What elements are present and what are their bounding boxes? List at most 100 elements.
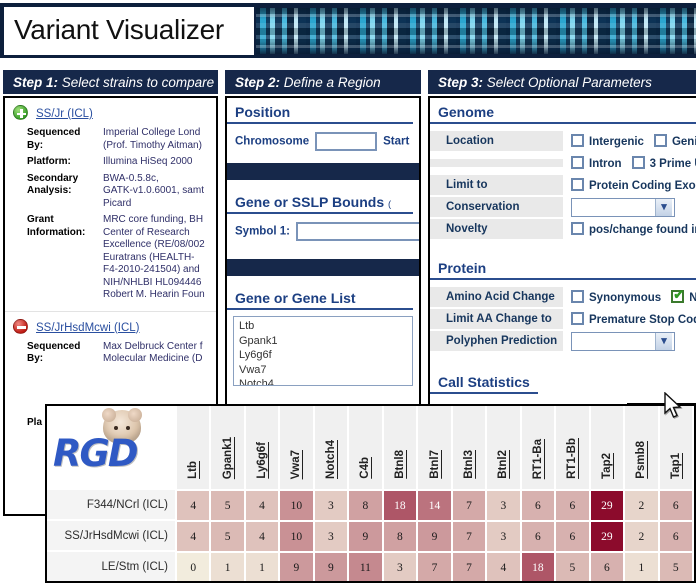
variant-count-cell[interactable]: 2 (623, 489, 660, 522)
variant-count-cell[interactable]: 8 (347, 489, 384, 522)
step-3-panel: Genome Location Intergenic Geni Intron 3 P… (428, 96, 696, 426)
symbol1-input[interactable] (295, 222, 419, 241)
strain-header[interactable]: SS/Jr (ICL) (5, 104, 216, 126)
minus-icon[interactable] (13, 318, 28, 334)
variant-count-cell[interactable]: 5 (209, 520, 246, 553)
gene-column-header[interactable]: RT1-Bb (554, 406, 591, 490)
chromosome-input[interactable] (315, 132, 378, 151)
gene-column-header[interactable]: Btnl8 (381, 406, 419, 490)
variant-count-cell[interactable]: 3 (312, 520, 350, 553)
genome-location-label-blank (430, 158, 563, 167)
strain-header[interactable]: SS/JrHsdMcwi (ICL) (5, 318, 216, 340)
table-row: Sequenced By: Max Delbruck Center f Mole… (27, 340, 216, 369)
variant-count-cell[interactable]: 2 (623, 520, 660, 553)
variant-count-cell[interactable]: 9 (347, 520, 384, 553)
strain-link[interactable]: SS/JrHsdMcwi (ICL) (36, 322, 140, 334)
variant-count-cell[interactable]: 5 (657, 551, 694, 581)
variant-count-cell[interactable]: 29 (588, 520, 626, 553)
genome-novelty-controls: pos/change found in (563, 222, 696, 236)
checkbox-novelty[interactable] (571, 222, 584, 235)
variant-count-cell[interactable]: 7 (416, 551, 453, 581)
conservation-select[interactable] (571, 197, 675, 217)
step-3-label: Select Optional Parameters (486, 75, 652, 90)
variant-count-cell[interactable]: 29 (588, 489, 626, 522)
meta-value: MRC core funding, BH Center of Research … (103, 214, 205, 300)
checkbox-premature-stop-codon[interactable] (571, 312, 584, 325)
variant-count-cell[interactable]: 6 (588, 551, 626, 581)
variant-count-cell[interactable]: 9 (312, 551, 350, 581)
gel-electrophoresis-banner-icon (256, 8, 696, 54)
variant-count-cell[interactable]: 7 (450, 489, 488, 522)
gene-column-header[interactable]: RT1-Ba (519, 406, 557, 490)
list-item[interactable]: Ltb (239, 319, 412, 334)
variant-count-cell[interactable]: 4 (174, 520, 212, 553)
variant-count-cell[interactable]: 6 (657, 520, 694, 553)
gene-column-label: Gpank1 (221, 436, 234, 479)
checkbox-intergenic[interactable] (571, 134, 584, 147)
variant-count-cell[interactable]: 1 (623, 551, 660, 581)
meta-value: Max Delbruck Center f Molecular Medicine… (103, 340, 203, 365)
gene-column-header[interactable]: Psmb8 (623, 406, 660, 490)
checkbox-3-prime-utr[interactable] (631, 156, 645, 169)
variant-count-cell[interactable]: 3 (485, 489, 522, 522)
variant-count-cell[interactable]: 4 (174, 489, 212, 522)
variant-count-cell[interactable]: 9 (416, 520, 453, 553)
polyphen-select[interactable] (571, 331, 675, 351)
genome-location-row: Location Intergenic Geni (430, 130, 696, 152)
label-intergenic: Intergenic (589, 136, 644, 148)
variant-count-cell[interactable]: 7 (450, 551, 488, 581)
gene-column-header[interactable]: Notch4 (312, 406, 350, 490)
variant-count-cell[interactable]: 1 (243, 551, 281, 581)
rgd-logo[interactable]: RGD (51, 408, 169, 475)
gene-column-header[interactable]: Tap2 (588, 406, 626, 490)
protein-aa-change-label: Amino Acid Change (430, 286, 563, 307)
gene-column-header[interactable]: Gpank1 (209, 406, 246, 490)
variant-count-cell[interactable]: 5 (554, 551, 591, 581)
variant-count-cell[interactable]: 3 (485, 520, 522, 553)
list-item[interactable]: Notch4 (239, 377, 412, 385)
variant-count-cell[interactable]: 18 (381, 489, 419, 522)
variant-count-cell[interactable]: 6 (657, 489, 694, 522)
checkbox-synonymous[interactable] (571, 290, 584, 303)
variant-count-cell[interactable]: 6 (554, 520, 591, 553)
variant-count-cell[interactable]: 4 (243, 489, 281, 522)
variant-count-cell[interactable]: 4 (243, 520, 281, 553)
variant-count-cell[interactable]: 14 (416, 489, 453, 522)
variant-count-cell[interactable]: 9 (278, 551, 315, 581)
gene-list-box[interactable]: Ltb Gpank1 Ly6g6f Vwa7 Notch4 (233, 316, 413, 386)
gene-column-header[interactable]: C4b (347, 406, 384, 490)
variant-count-cell[interactable]: 7 (450, 520, 488, 553)
variant-count-cell[interactable]: 3 (312, 489, 350, 522)
variant-count-cell[interactable]: 6 (554, 489, 591, 522)
gene-column-header[interactable]: Btnl3 (450, 406, 488, 490)
variant-count-cell[interactable]: 3 (381, 551, 419, 581)
variant-count-cell[interactable]: 0 (174, 551, 212, 581)
genome-conservation-label: Conservation (430, 196, 563, 217)
variant-count-cell[interactable]: 10 (278, 520, 315, 553)
variant-count-cell[interactable]: 1 (209, 551, 246, 581)
variant-count-cell[interactable]: 6 (519, 520, 557, 553)
gene-column-header[interactable]: Btnl2 (485, 406, 522, 490)
list-item[interactable]: Vwa7 (239, 363, 412, 378)
variant-count-cell[interactable]: 10 (278, 489, 315, 522)
checkbox-genic[interactable] (653, 134, 667, 147)
gene-column-header[interactable]: Ly6g6f (243, 406, 281, 490)
variant-count-cell[interactable]: 6 (519, 489, 557, 522)
plus-icon[interactable] (13, 105, 28, 120)
gene-column-header[interactable]: Vwa7 (278, 406, 315, 490)
section-divider-bar (227, 163, 419, 180)
list-item[interactable]: Gpank1 (239, 334, 412, 349)
checkbox-nonsynonymous[interactable] (671, 288, 685, 303)
strain-link[interactable]: SS/Jr (ICL) (36, 108, 93, 120)
checkbox-protein-coding-exon[interactable] (571, 178, 584, 191)
variant-count-cell[interactable]: 4 (485, 551, 522, 581)
variant-count-cell[interactable]: 5 (209, 489, 246, 522)
variant-count-cell[interactable]: 18 (519, 551, 557, 581)
variant-count-cell[interactable]: 8 (381, 520, 419, 553)
gene-column-header[interactable]: Btnl7 (416, 406, 453, 490)
list-item[interactable]: Ly6g6f (239, 348, 412, 363)
gene-column-header[interactable]: Ltb (174, 406, 212, 490)
checkbox-intron[interactable] (571, 156, 584, 169)
gene-column-label: Tap2 (600, 453, 613, 479)
variant-count-cell[interactable]: 11 (347, 551, 384, 581)
